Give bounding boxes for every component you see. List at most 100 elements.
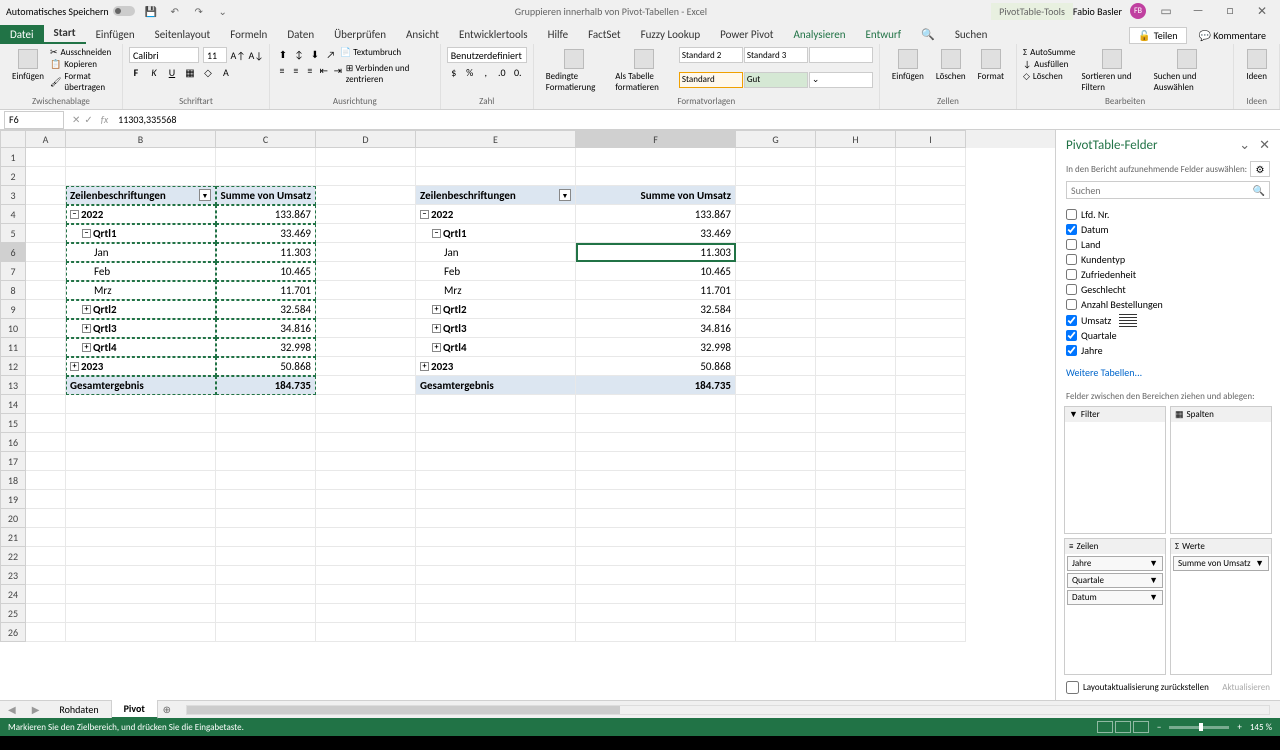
filter-dropdown-icon[interactable]: ▼ [199, 189, 211, 201]
font-size-select[interactable] [203, 47, 227, 63]
cell[interactable] [316, 547, 416, 566]
cell[interactable] [736, 452, 816, 471]
cell[interactable] [896, 490, 966, 509]
fill-button[interactable]: ↓ Ausfüllen [1023, 59, 1075, 70]
sheet-tab-pivot[interactable]: Pivot [112, 700, 158, 719]
cell[interactable] [736, 490, 816, 509]
cell[interactable] [316, 509, 416, 528]
decrease-indent-icon[interactable]: ⇤ [318, 63, 330, 77]
cell[interactable] [896, 262, 966, 281]
cell[interactable] [576, 547, 736, 566]
tab-entwurf[interactable]: Entwurf [856, 25, 912, 44]
cell[interactable] [736, 319, 816, 338]
cell[interactable] [26, 471, 66, 490]
cell[interactable] [736, 300, 816, 319]
row-header-10[interactable]: 10 [0, 319, 26, 338]
cell[interactable] [26, 262, 66, 281]
cell[interactable] [816, 433, 896, 452]
filter-area[interactable]: ▼Filter [1064, 406, 1166, 534]
cell[interactable] [896, 224, 966, 243]
expand-collapse-icon[interactable]: + [432, 305, 441, 314]
cell[interactable] [816, 281, 896, 300]
style-more[interactable] [809, 47, 873, 63]
cell[interactable] [896, 186, 966, 205]
zoom-in-icon[interactable]: + [1237, 722, 1241, 733]
cell[interactable] [736, 338, 816, 357]
cell[interactable] [896, 319, 966, 338]
border-button[interactable]: ▦ [183, 65, 197, 79]
increase-indent-icon[interactable]: ⇥ [332, 63, 344, 77]
cell[interactable] [416, 585, 576, 604]
style-standard3[interactable]: Standard 3 [744, 47, 808, 63]
cell[interactable] [316, 585, 416, 604]
cell[interactable] [26, 585, 66, 604]
cell[interactable]: Jan [416, 243, 576, 262]
cell[interactable] [26, 357, 66, 376]
cell[interactable] [216, 509, 316, 528]
expand-collapse-icon[interactable]: − [70, 210, 79, 219]
tab-start[interactable]: Start [44, 23, 86, 44]
cell[interactable] [576, 452, 736, 471]
select-all-button[interactable] [0, 130, 26, 148]
cell[interactable] [736, 433, 816, 452]
col-header-B[interactable]: B [66, 130, 216, 148]
cell[interactable] [736, 395, 816, 414]
rows-area-datum[interactable]: Datum▼ [1067, 590, 1163, 605]
wrap-text-button[interactable]: 📄 Textumbruch [340, 47, 401, 61]
cell[interactable] [316, 281, 416, 300]
cell[interactable] [896, 243, 966, 262]
cell[interactable] [216, 528, 316, 547]
cell[interactable]: 32.998 [216, 338, 316, 357]
cell[interactable] [66, 623, 216, 642]
cell[interactable] [816, 357, 896, 376]
cell[interactable] [216, 547, 316, 566]
page-break-icon[interactable] [1133, 721, 1149, 733]
cell[interactable] [26, 566, 66, 585]
italic-button[interactable]: K [147, 65, 161, 79]
cell[interactable] [576, 566, 736, 585]
tab-factset[interactable]: FactSet [578, 25, 631, 44]
row-header-1[interactable]: 1 [0, 148, 26, 167]
row-header-22[interactable]: 22 [0, 547, 26, 566]
tab-hilfe[interactable]: Hilfe [538, 25, 578, 44]
cell[interactable] [26, 224, 66, 243]
field-jahre[interactable]: Jahre [1066, 343, 1270, 358]
cell[interactable] [816, 262, 896, 281]
row-header-13[interactable]: 13 [0, 376, 26, 395]
row-header-20[interactable]: 20 [0, 509, 26, 528]
cell[interactable] [896, 604, 966, 623]
cell[interactable] [26, 243, 66, 262]
maximize-icon[interactable]: □ [1218, 3, 1242, 19]
expand-collapse-icon[interactable]: + [82, 305, 91, 314]
cell[interactable] [816, 528, 896, 547]
cell[interactable]: +Qrtl2 [416, 300, 576, 319]
values-area[interactable]: ΣWerte Summe von Umsatz▼ [1170, 538, 1272, 676]
cell[interactable] [416, 509, 576, 528]
cell[interactable]: 10.465 [576, 262, 736, 281]
cell[interactable] [736, 547, 816, 566]
cell[interactable]: −2022 [416, 205, 576, 224]
cell[interactable] [66, 471, 216, 490]
number-format-select[interactable] [447, 47, 527, 63]
normal-view-icon[interactable] [1097, 721, 1113, 733]
cell[interactable] [316, 414, 416, 433]
cell[interactable] [416, 148, 576, 167]
cell[interactable] [216, 604, 316, 623]
field-kundentyp[interactable]: Kundentyp [1066, 252, 1270, 267]
cell[interactable] [216, 414, 316, 433]
cell[interactable]: 32.584 [216, 300, 316, 319]
cell[interactable] [736, 604, 816, 623]
cell[interactable]: 50.868 [576, 357, 736, 376]
cell[interactable]: Feb [66, 262, 216, 281]
cell[interactable] [896, 205, 966, 224]
font-name-select[interactable] [129, 47, 199, 63]
cell[interactable] [736, 167, 816, 186]
cell[interactable] [316, 433, 416, 452]
cell[interactable] [816, 319, 896, 338]
sheet-nav-prev[interactable]: ◀ [0, 703, 24, 716]
cell[interactable] [576, 414, 736, 433]
cell[interactable] [316, 167, 416, 186]
align-middle-icon[interactable]: ↕ [292, 47, 306, 61]
cell[interactable]: Summe von Umsatz [216, 186, 316, 205]
cell[interactable] [316, 186, 416, 205]
